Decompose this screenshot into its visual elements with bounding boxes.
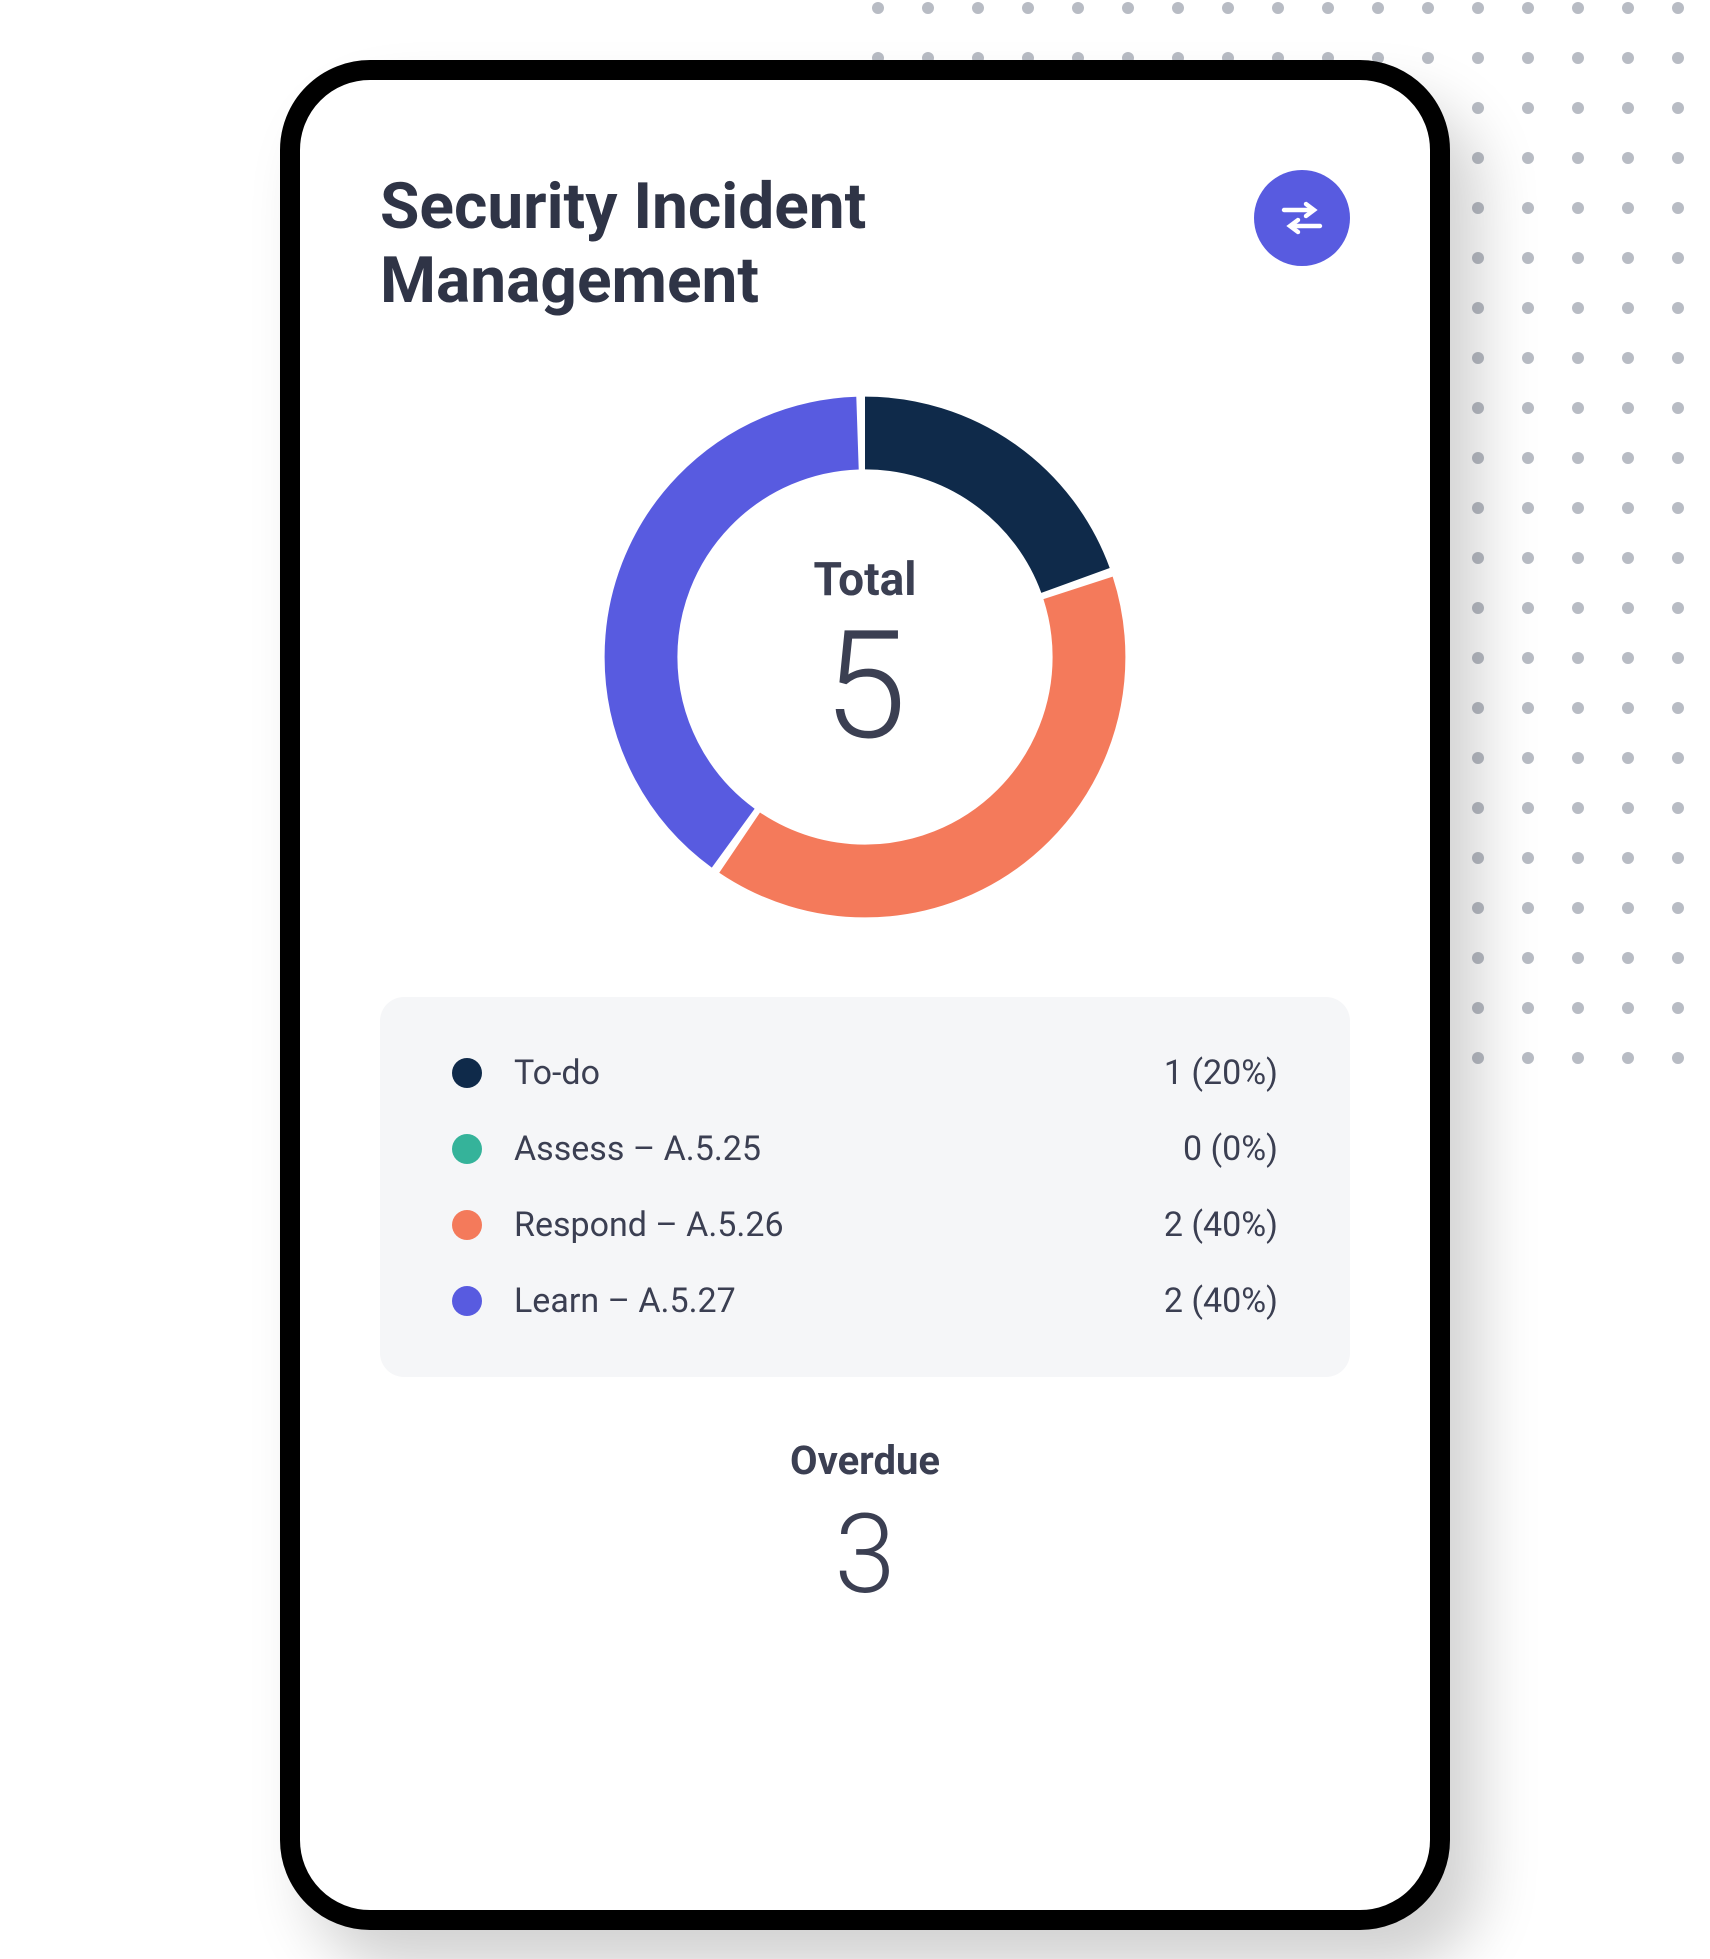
donut-chart: Total 5 bbox=[585, 377, 1145, 937]
card-header: Security Incident Management bbox=[380, 170, 1350, 317]
legend-value: 2 (40%) bbox=[1164, 1205, 1278, 1245]
legend-value: 0 (0%) bbox=[1183, 1129, 1278, 1169]
legend-value: 2 (40%) bbox=[1164, 1281, 1278, 1321]
legend-label: Respond – A.5.26 bbox=[514, 1205, 1164, 1245]
page-title: Security Incident Management bbox=[380, 170, 1130, 317]
overdue-value: 3 bbox=[380, 1500, 1350, 1610]
overdue-label: Overdue bbox=[380, 1437, 1350, 1484]
legend-row: Respond – A.5.262 (40%) bbox=[452, 1205, 1278, 1245]
legend-row: To-do1 (20%) bbox=[452, 1053, 1278, 1093]
filter-icon bbox=[1278, 194, 1326, 242]
legend-swatch bbox=[452, 1058, 482, 1088]
legend-row: Assess – A.5.250 (0%) bbox=[452, 1129, 1278, 1169]
filter-button[interactable] bbox=[1254, 170, 1350, 266]
overdue-block: Overdue 3 bbox=[380, 1437, 1350, 1610]
donut-chart-container: Total 5 bbox=[380, 377, 1350, 937]
legend-swatch bbox=[452, 1286, 482, 1316]
donut-total-value: 5 bbox=[823, 611, 906, 761]
legend-swatch bbox=[452, 1210, 482, 1240]
legend-value: 1 (20%) bbox=[1164, 1053, 1278, 1093]
legend-row: Learn – A.5.272 (40%) bbox=[452, 1281, 1278, 1321]
dashboard-card: Security Incident Management Total 5 To-… bbox=[280, 60, 1450, 1930]
legend-card: To-do1 (20%) Assess – A.5.250 (0%) Respond… bbox=[380, 997, 1350, 1377]
legend-swatch bbox=[452, 1134, 482, 1164]
legend-label: To-do bbox=[514, 1053, 1164, 1093]
donut-center: Total 5 bbox=[585, 377, 1145, 937]
legend-label: Assess – A.5.25 bbox=[514, 1129, 1183, 1169]
legend-label: Learn – A.5.27 bbox=[514, 1281, 1164, 1321]
